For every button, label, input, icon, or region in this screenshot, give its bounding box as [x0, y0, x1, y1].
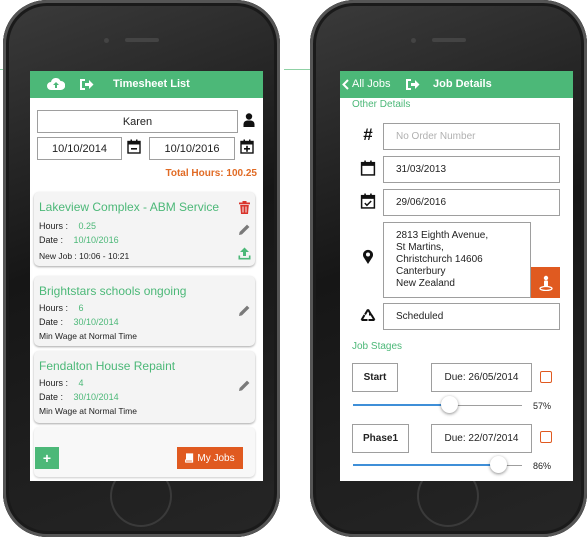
page-title: Timesheet List [113, 78, 190, 90]
job-note: Min Wage at Normal Time [39, 331, 137, 341]
chevron-left-icon[interactable] [342, 79, 349, 90]
phone-left: Timesheet List Karen 10/10/2014 10/10/20… [3, 0, 280, 537]
stage-due-date[interactable]: Due: 26/05/2014 [431, 363, 532, 392]
hours-label: Hours : [39, 221, 69, 231]
slider-fill [353, 404, 450, 406]
job-note: New Job : 10:06 - 10:21 [39, 251, 130, 261]
cloud-upload-icon[interactable] [47, 77, 65, 92]
stage-progress-value: 57% [533, 401, 552, 411]
hours-value: 0.25 [78, 221, 97, 231]
my-jobs-button[interactable]: My Jobs [177, 447, 243, 469]
edit-pencil-icon[interactable] [238, 304, 251, 317]
job-hours-row: Hours : 0.25 [39, 221, 96, 231]
address-line: New Zealand [396, 278, 455, 289]
book-icon [185, 453, 194, 463]
date-label: Date : [39, 392, 64, 402]
timesheet-list-screen: Timesheet List Karen 10/10/2014 10/10/20… [30, 71, 263, 481]
stage-due-date[interactable]: Due: 22/07/2014 [431, 424, 532, 453]
stage-complete-checkbox[interactable] [540, 371, 552, 383]
calendar-plus-icon[interactable] [240, 139, 254, 154]
calendar-minus-icon[interactable] [127, 139, 141, 154]
street-view-icon [538, 275, 553, 291]
calendar-icon [360, 160, 376, 176]
address-line: 2813 Eighth Avenue, [396, 230, 489, 241]
job-date-row: Date : 30/10/2014 [39, 392, 119, 402]
edit-pencil-icon[interactable] [238, 379, 251, 392]
stage-phase1-button[interactable]: Phase1 [352, 424, 409, 453]
job-details-screen: All Jobs Job Details Other Details # No … [340, 71, 573, 481]
status-field[interactable]: Scheduled [383, 303, 560, 330]
sign-out-icon[interactable] [405, 77, 420, 92]
job-stages-label: Job Stages [352, 341, 403, 352]
back-link-all-jobs[interactable]: All Jobs [352, 78, 391, 90]
date-label: Date : [39, 235, 64, 245]
date-value: 30/10/2014 [73, 317, 119, 327]
total-hours: Total Hours: 100.25 [165, 168, 257, 179]
calendar-check-icon [360, 193, 376, 209]
job-title: Brightstars schools ongoing [39, 284, 187, 298]
user-icon[interactable] [243, 113, 255, 127]
stage-start-button[interactable]: Start [352, 363, 398, 392]
job-note: Min Wage at Normal Time [39, 406, 137, 416]
date-to-field[interactable]: 10/10/2016 [149, 137, 235, 160]
date-label: Date : [39, 317, 64, 327]
job-hours-row: Hours : 4 [39, 378, 84, 388]
topbar: Timesheet List [30, 71, 263, 98]
add-timesheet-button[interactable]: + [35, 447, 59, 469]
hours-value: 6 [78, 303, 84, 313]
date-from-field[interactable]: 10/10/2014 [37, 137, 122, 160]
slider-track [449, 405, 522, 406]
stage-complete-checkbox[interactable] [540, 431, 552, 443]
hash-icon: # [363, 125, 373, 144]
date-value: 30/10/2014 [73, 392, 119, 402]
job-hours-row: Hours : 6 [39, 303, 84, 313]
recycle-icon [360, 308, 376, 321]
job-title: Fendalton House Repaint [39, 359, 176, 373]
start-date-field[interactable]: 31/03/2013 [383, 156, 560, 183]
job-date-row: Date : 10/10/2016 [39, 235, 119, 245]
address-line: St Martins, [396, 242, 444, 253]
topbar: All Jobs Job Details [340, 71, 573, 98]
address-line: Christchurch 14606 [396, 254, 483, 265]
page-title: Job Details [433, 78, 492, 90]
front-camera [104, 38, 109, 43]
job-title: Lakeview Complex - ABM Service [39, 200, 220, 214]
date-value: 10/10/2016 [73, 235, 119, 245]
hours-label: Hours : [39, 378, 69, 388]
map-location-button[interactable] [531, 267, 560, 298]
order-number-field[interactable]: No Order Number [383, 123, 560, 150]
end-date-field[interactable]: 29/06/2016 [383, 189, 560, 216]
other-details-label: Other Details [352, 99, 411, 110]
slider-thumb[interactable] [441, 396, 459, 413]
stage-progress-value: 86% [533, 461, 552, 471]
employee-name-field[interactable]: Karen [37, 110, 238, 133]
trash-icon[interactable] [239, 201, 250, 214]
sign-out-icon[interactable] [79, 77, 94, 92]
job-card[interactable]: Fendalton House Repaint Hours : 4 Date :… [34, 351, 255, 423]
slider-fill [353, 464, 499, 466]
job-card[interactable]: Brightstars schools ongoing Hours : 6 Da… [34, 276, 255, 346]
front-camera [411, 38, 416, 43]
hours-label: Hours : [39, 303, 69, 313]
edit-pencil-icon[interactable] [238, 223, 251, 236]
my-jobs-label: My Jobs [197, 452, 235, 464]
upload-icon[interactable] [238, 247, 251, 260]
earpiece-speaker [432, 38, 466, 42]
job-date-row: Date : 30/10/2014 [39, 317, 119, 327]
job-card[interactable]: Lakeview Complex - ABM Service Hours : 0… [34, 192, 255, 266]
address-line: Canterbury [396, 266, 446, 277]
address-field[interactable]: 2813 Eighth Avenue, St Martins, Christch… [383, 222, 531, 298]
map-marker-icon [363, 249, 373, 264]
earpiece-speaker [125, 38, 159, 42]
phone-right: All Jobs Job Details Other Details # No … [310, 0, 587, 537]
slider-thumb[interactable] [490, 456, 508, 473]
hours-value: 4 [78, 378, 84, 388]
